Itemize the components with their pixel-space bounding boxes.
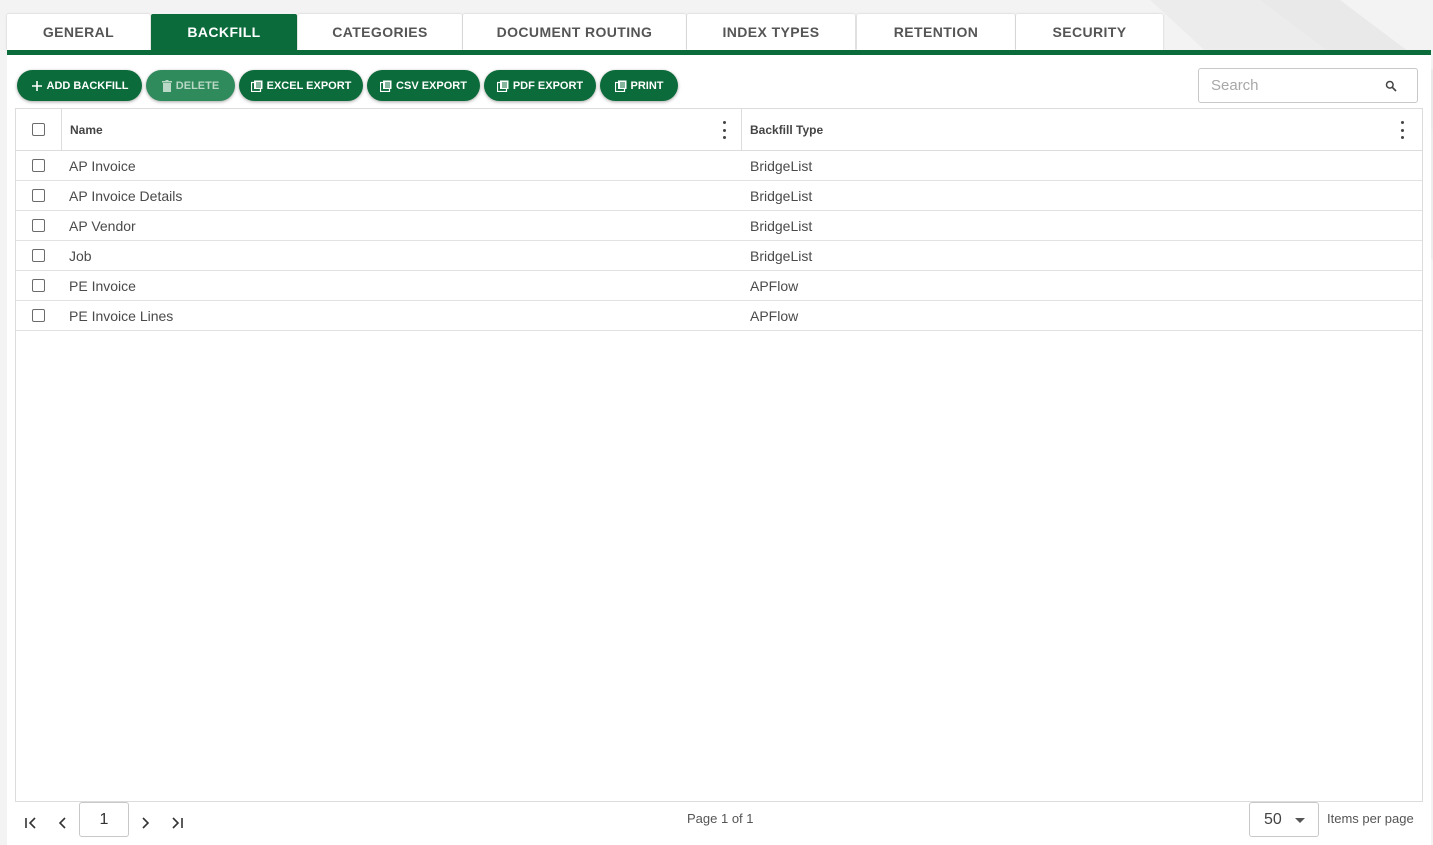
page-size-value: 50 <box>1264 811 1282 828</box>
csv-export-label: CSV EXPORT <box>396 79 467 92</box>
excel-export-label: EXCEL EXPORT <box>266 79 352 92</box>
column-title-name: Name <box>70 122 103 137</box>
row-check-cell <box>16 151 61 180</box>
table-row[interactable]: AP Invoice BridgeList <box>16 151 1422 181</box>
table-row[interactable]: PE Invoice APFlow <box>16 271 1422 301</box>
tab-label: SECURITY <box>1052 24 1127 40</box>
plus-icon <box>31 80 43 92</box>
row-backfill-type: BridgeList <box>750 247 813 264</box>
row-name: PE Invoice Lines <box>69 307 174 324</box>
toolbar: ADD BACKFILL DELETE EXCEL EXPORT CSV EXP… <box>17 70 682 101</box>
csv-export-button[interactable]: CSV EXPORT <box>367 70 480 101</box>
add-backfill-button[interactable]: ADD BACKFILL <box>17 70 142 101</box>
row-check-cell <box>16 211 61 240</box>
row-name: AP Invoice <box>69 157 136 174</box>
search-icon[interactable] <box>1385 79 1397 97</box>
tab-label: BACKFILL <box>187 24 261 40</box>
next-page-icon[interactable] <box>133 812 157 834</box>
delete-button[interactable]: DELETE <box>146 70 235 101</box>
backfill-grid: Name Backfill Type AP Invoice BridgeList… <box>15 108 1423 802</box>
select-all-checkbox[interactable] <box>32 123 45 136</box>
last-page-icon[interactable] <box>165 812 189 834</box>
pager: Page 1 of 1 50 Items per page <box>15 802 1423 845</box>
grid-header: Name Backfill Type <box>16 109 1422 151</box>
first-page-icon[interactable] <box>19 812 43 834</box>
column-menu-icon[interactable] <box>1398 121 1406 139</box>
caret-down-icon <box>1295 818 1305 823</box>
row-checkbox[interactable] <box>32 249 45 262</box>
tab-label: RETENTION <box>893 24 979 40</box>
row-name: Job <box>69 247 92 264</box>
items-per-page-label: Items per page <box>1327 811 1414 826</box>
search-input[interactable] <box>1211 69 1381 102</box>
tab-label: INDEX TYPES <box>722 24 820 40</box>
row-backfill-type: APFlow <box>750 307 799 324</box>
previous-page-icon[interactable] <box>51 812 75 834</box>
row-check-cell <box>16 271 61 300</box>
page-size-dropdown[interactable]: 50 <box>1249 802 1319 837</box>
print-icon <box>614 80 627 92</box>
tab-label: CATEGORIES <box>332 24 428 40</box>
row-backfill-type: BridgeList <box>750 157 813 174</box>
tab-backfill[interactable]: BACKFILL <box>151 14 297 50</box>
row-check-cell <box>16 181 61 210</box>
add-backfill-label: ADD BACKFILL <box>46 79 129 92</box>
excel-export-button[interactable]: EXCEL EXPORT <box>239 70 363 101</box>
row-backfill-type: APFlow <box>750 277 799 294</box>
column-menu-icon[interactable] <box>720 121 728 139</box>
tab-document-routing[interactable]: DOCUMENT ROUTING <box>463 14 686 50</box>
row-checkbox[interactable] <box>32 279 45 292</box>
tab-index-types[interactable]: INDEX TYPES <box>687 14 855 50</box>
page-number-input[interactable] <box>79 802 129 837</box>
search-box <box>1198 68 1418 103</box>
column-title-backfill-type: Backfill Type <box>750 122 824 137</box>
delete-label: DELETE <box>175 79 220 92</box>
table-row[interactable]: AP Vendor BridgeList <box>16 211 1422 241</box>
tab-categories[interactable]: CATEGORIES <box>298 14 462 50</box>
export-icon <box>496 80 509 92</box>
row-checkbox[interactable] <box>32 219 45 232</box>
select-all-cell <box>16 109 61 150</box>
table-row[interactable]: Job BridgeList <box>16 241 1422 271</box>
row-backfill-type: BridgeList <box>750 187 813 204</box>
backfill-panel: ADD BACKFILL DELETE EXCEL EXPORT CSV EXP… <box>7 55 1431 845</box>
print-label: PRINT <box>630 79 664 92</box>
row-check-cell <box>16 301 61 330</box>
column-header-backfill-type[interactable]: Backfill Type <box>742 109 1422 150</box>
row-checkbox[interactable] <box>32 159 45 172</box>
print-button[interactable]: PRINT <box>600 70 678 101</box>
pdf-export-label: PDF EXPORT <box>512 79 584 92</box>
tab-bar: GENERAL BACKFILL CATEGORIES DOCUMENT ROU… <box>7 14 1431 50</box>
tab-label: DOCUMENT ROUTING <box>496 24 653 40</box>
tab-general[interactable]: GENERAL <box>7 14 150 50</box>
page-info: Page 1 of 1 <box>687 811 754 826</box>
row-checkbox[interactable] <box>32 189 45 202</box>
row-name: PE Invoice <box>69 277 136 294</box>
row-checkbox[interactable] <box>32 309 45 322</box>
table-row[interactable]: PE Invoice Lines APFlow <box>16 301 1422 331</box>
pdf-export-button[interactable]: PDF EXPORT <box>484 70 596 101</box>
row-name: AP Vendor <box>69 217 136 234</box>
row-backfill-type: BridgeList <box>750 217 813 234</box>
tab-security[interactable]: SECURITY <box>1016 14 1163 50</box>
column-header-name[interactable]: Name <box>61 109 742 150</box>
tab-label: GENERAL <box>42 24 115 40</box>
row-name: AP Invoice Details <box>69 187 183 204</box>
export-icon <box>380 80 392 92</box>
export-icon <box>250 80 263 92</box>
row-check-cell <box>16 241 61 270</box>
table-row[interactable]: AP Invoice Details BridgeList <box>16 181 1422 211</box>
tab-retention[interactable]: RETENTION <box>857 14 1015 50</box>
trash-icon <box>161 79 172 92</box>
